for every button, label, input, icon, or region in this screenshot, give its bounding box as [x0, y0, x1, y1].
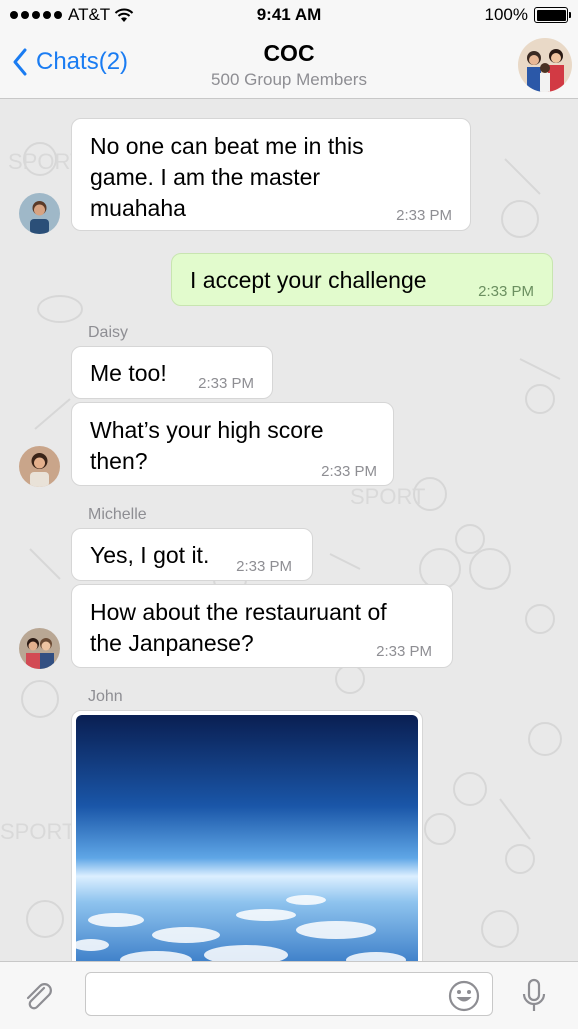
message-time: 2:33 PM: [478, 283, 534, 300]
message-bubble[interactable]: No one can beat me in this game. I am th…: [71, 118, 471, 231]
message-bubble[interactable]: Yes, I got it. 2:33 PM: [71, 528, 313, 581]
microphone-icon: [522, 978, 546, 1011]
message-bubble[interactable]: How about the restauruant of the Janpane…: [71, 584, 453, 668]
microphone-button[interactable]: [521, 978, 547, 1019]
message-line: muahaha: [90, 195, 186, 221]
avatar[interactable]: [19, 446, 60, 487]
message-time: 2:33 PM: [396, 207, 452, 224]
svg-text:SPORT: SPORT: [0, 819, 75, 844]
member-count: 500 Group Members: [211, 70, 367, 89]
message-line: What’s your high score: [90, 417, 324, 443]
message-line: Yes, I got it.: [90, 542, 210, 568]
avatar[interactable]: [19, 193, 60, 234]
message-line: I accept your challenge: [190, 267, 427, 293]
svg-text:SPORT: SPORT: [350, 484, 425, 509]
attach-button[interactable]: [22, 980, 56, 1019]
message-bubble[interactable]: Me too! 2:33 PM: [71, 346, 273, 399]
paperclip-icon: [26, 983, 52, 1010]
earth-from-space-image[interactable]: [76, 715, 418, 961]
sender-name: John: [88, 688, 123, 705]
message-line: No one can beat me in this: [90, 133, 364, 159]
message-line: the Janpanese?: [90, 630, 254, 656]
message-line: Me too!: [90, 360, 167, 386]
battery-icon: [534, 7, 571, 23]
message-text: Me too!: [90, 358, 167, 389]
group-avatar[interactable]: [518, 38, 572, 92]
message-time: 2:33 PM: [321, 463, 377, 480]
sender-name: Daisy: [88, 324, 129, 341]
chat-title: COC: [263, 40, 315, 66]
smiley-icon: [448, 980, 480, 1012]
message-text: How about the restauruant of the Janpane…: [90, 597, 387, 659]
navigation-bar: Chats(2) COC 500 Group Members: [0, 32, 578, 99]
chat-area[interactable]: SPORT SPORT SPORT No one can beat me in …: [0, 99, 578, 961]
message-line: How about the restauruant of: [90, 599, 387, 625]
battery-status: 100%: [484, 5, 571, 25]
message-line: then?: [90, 448, 148, 474]
sender-name: Michelle: [88, 506, 147, 523]
message-line: game. I am the master: [90, 164, 321, 190]
message-time: 2:33 PM: [376, 643, 432, 660]
message-input[interactable]: [85, 972, 493, 1016]
status-bar: AT&T 9:41 AM 100%: [0, 0, 578, 32]
message-text: Yes, I got it.: [90, 540, 209, 571]
photo-message[interactable]: [71, 710, 423, 961]
message-bubble[interactable]: What’s your high score then? 2:33 PM: [71, 402, 394, 486]
emoji-button[interactable]: [447, 979, 481, 1018]
message-text: I accept your challenge: [190, 265, 427, 296]
message-bubble-outgoing[interactable]: I accept your challenge 2:33 PM: [171, 253, 553, 306]
message-text: What’s your high score then?: [90, 415, 324, 477]
message-time: 2:33 PM: [236, 558, 292, 575]
avatar[interactable]: [19, 628, 60, 669]
message-input-bar: [0, 961, 578, 1029]
message-text: No one can beat me in this game. I am th…: [90, 131, 364, 224]
message-time: 2:33 PM: [198, 375, 254, 392]
battery-percent: 100%: [484, 5, 528, 24]
